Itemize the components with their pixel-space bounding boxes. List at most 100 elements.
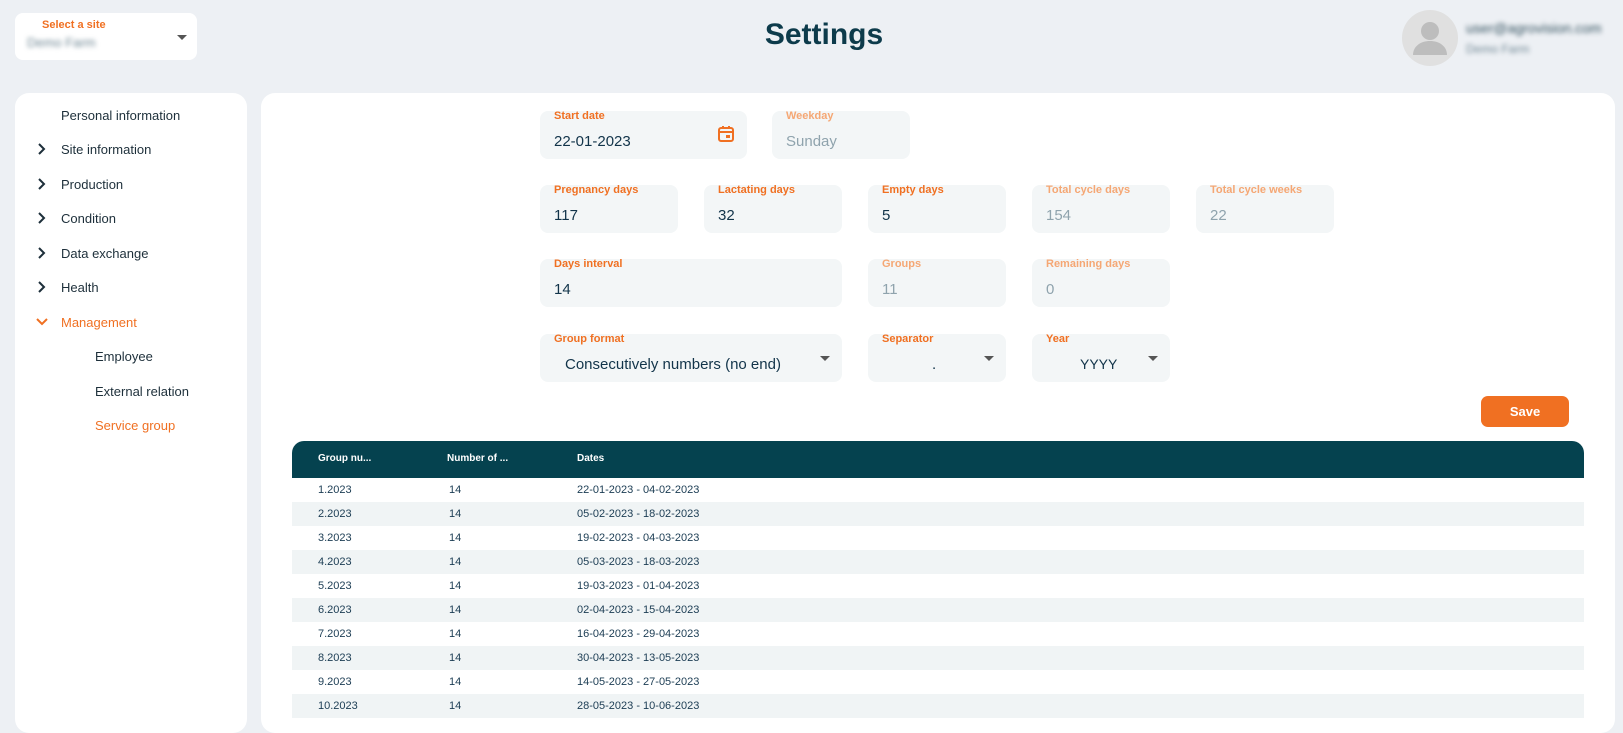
- number-of-days-cell: 14: [449, 580, 462, 592]
- groups-value: 11: [882, 281, 898, 298]
- sidebar-item-health[interactable]: Health: [38, 275, 99, 299]
- sidebar-item-label: Production: [61, 176, 124, 192]
- groups-label: Groups: [882, 258, 922, 270]
- service-group-panel: Start date 22-01-2023 Weekday Sunday Pre…: [261, 93, 1615, 733]
- group-number-cell: 3.2023: [318, 532, 352, 544]
- sidebar-item-label: Site information: [61, 141, 152, 157]
- group-number-cell: 5.2023: [318, 580, 352, 592]
- empty-days-field[interactable]: Empty days 5: [868, 184, 1006, 233]
- sidebar-item-label: Management: [61, 314, 137, 330]
- table-header: Group nu... Number of ... Dates: [292, 441, 1584, 478]
- sidebar-item-condition[interactable]: Condition: [38, 206, 116, 230]
- calendar-icon[interactable]: [717, 125, 735, 143]
- number-of-days-cell: 14: [449, 628, 462, 640]
- remaining-days-value: 0: [1046, 281, 1055, 298]
- sidebar-item-label: Employee: [95, 348, 153, 364]
- lactating-days-label: Lactating days: [718, 184, 796, 196]
- weekday-value: Sunday: [786, 133, 837, 150]
- sidebar-item-label: Personal information: [61, 107, 181, 123]
- user-name: Demo Farm: [1466, 42, 1530, 56]
- sidebar-item-data-exchange[interactable]: Data exchange: [38, 241, 149, 265]
- group-format-label: Group format: [554, 333, 625, 345]
- table-row[interactable]: 10.2023 14 28-05-2023 - 10-06-2023: [292, 694, 1584, 718]
- chevron-down-icon: [36, 318, 48, 326]
- dates-cell: 05-02-2023 - 18-02-2023: [577, 508, 700, 520]
- group-number-cell: 1.2023: [318, 484, 352, 496]
- caret-down-icon[interactable]: [1148, 356, 1158, 361]
- sidebar-item-label: Data exchange: [61, 245, 149, 261]
- sidebar-item-personal-information[interactable]: Personal information: [61, 103, 180, 127]
- dates-cell: 02-04-2023 - 15-04-2023: [577, 604, 700, 616]
- start-date-value: 22-01-2023: [554, 133, 631, 150]
- group-number-cell: 2.2023: [318, 508, 352, 520]
- number-of-days-cell: 14: [449, 532, 462, 544]
- group-number-cell: 8.2023: [318, 652, 352, 664]
- sidebar-item-production[interactable]: Production: [38, 172, 124, 196]
- chevron-right-icon: [38, 143, 46, 155]
- table-row[interactable]: 5.2023 14 19-03-2023 - 01-04-2023: [292, 574, 1584, 598]
- table-row[interactable]: 4.2023 14 05-03-2023 - 18-03-2023: [292, 550, 1584, 574]
- empty-days-value: 5: [882, 207, 891, 224]
- caret-down-icon[interactable]: [820, 356, 830, 361]
- user-menu[interactable]: user@agrovision.com Demo Farm: [1402, 8, 1623, 68]
- sidebar-item-employee[interactable]: Employee: [95, 344, 153, 368]
- service-group-table: Group nu... Number of ... Dates 1.2023 1…: [292, 441, 1584, 718]
- caret-down-icon[interactable]: [984, 356, 994, 361]
- group-number-cell: 7.2023: [318, 628, 352, 640]
- sidebar-item-site-information[interactable]: Site information: [38, 137, 152, 161]
- number-of-days-cell: 14: [449, 652, 462, 664]
- year-label: Year: [1046, 333, 1070, 345]
- dates-cell: 22-01-2023 - 04-02-2023: [577, 484, 700, 496]
- empty-days-label: Empty days: [882, 184, 944, 196]
- table-row[interactable]: 6.2023 14 02-04-2023 - 15-04-2023: [292, 598, 1584, 622]
- sidebar-item-label: Condition: [61, 210, 116, 226]
- dates-cell: 19-03-2023 - 01-04-2023: [577, 580, 700, 592]
- settings-sidebar: Personal information Site information Pr…: [15, 93, 247, 733]
- number-of-days-cell: 14: [449, 556, 462, 568]
- save-button[interactable]: Save: [1481, 396, 1569, 427]
- sidebar-item-label: External relation: [95, 383, 189, 399]
- year-select[interactable]: Year YYYY: [1032, 333, 1170, 382]
- group-format-select[interactable]: Group format Consecutively numbers (no e…: [540, 333, 842, 382]
- dates-cell: 19-02-2023 - 04-03-2023: [577, 532, 700, 544]
- avatar[interactable]: [1402, 10, 1458, 66]
- pregnancy-days-field[interactable]: Pregnancy days 117: [540, 184, 678, 233]
- number-of-days-cell: 14: [449, 508, 462, 520]
- year-value: YYYY: [1080, 356, 1118, 372]
- separator-select[interactable]: Separator .: [868, 333, 1006, 382]
- group-number-cell: 6.2023: [318, 604, 352, 616]
- user-avatar-icon: [1413, 22, 1447, 55]
- table-body: 1.2023 14 22-01-2023 - 04-02-2023 2.2023…: [292, 478, 1584, 718]
- column-header-dates[interactable]: Dates: [577, 453, 604, 464]
- table-row[interactable]: 9.2023 14 14-05-2023 - 27-05-2023: [292, 670, 1584, 694]
- lactating-days-field[interactable]: Lactating days 32: [704, 184, 842, 233]
- user-email: user@agrovision.com: [1466, 20, 1602, 36]
- group-number-cell: 9.2023: [318, 676, 352, 688]
- start-date-field[interactable]: Start date 22-01-2023: [540, 110, 747, 159]
- page-title: Settings: [764, 18, 884, 51]
- table-row[interactable]: 1.2023 14 22-01-2023 - 04-02-2023: [292, 478, 1584, 502]
- dates-cell: 16-04-2023 - 29-04-2023: [577, 628, 700, 640]
- column-header-number-of-days[interactable]: Number of ...: [447, 453, 508, 464]
- number-of-days-cell: 14: [449, 604, 462, 616]
- sidebar-item-label: Health: [61, 279, 99, 295]
- remaining-days-label: Remaining days: [1046, 258, 1131, 270]
- chevron-right-icon: [38, 247, 46, 259]
- column-header-group-number[interactable]: Group nu...: [318, 453, 371, 464]
- weekday-label: Weekday: [786, 110, 834, 122]
- number-of-days-cell: 14: [449, 676, 462, 688]
- table-row[interactable]: 7.2023 14 16-04-2023 - 29-04-2023: [292, 622, 1584, 646]
- lactating-days-value: 32: [718, 207, 735, 224]
- pregnancy-days-label: Pregnancy days: [554, 184, 639, 196]
- total-cycle-weeks-label: Total cycle weeks: [1210, 184, 1303, 196]
- table-row[interactable]: 2.2023 14 05-02-2023 - 18-02-2023: [292, 502, 1584, 526]
- table-row[interactable]: 8.2023 14 30-04-2023 - 13-05-2023: [292, 646, 1584, 670]
- table-row[interactable]: 3.2023 14 19-02-2023 - 04-03-2023: [292, 526, 1584, 550]
- total-cycle-weeks-value: 22: [1210, 207, 1227, 224]
- groups-field: Groups 11: [868, 258, 1006, 307]
- sidebar-item-management[interactable]: Management: [36, 310, 137, 334]
- sidebar-item-external-relation[interactable]: External relation: [95, 379, 189, 403]
- days-interval-field[interactable]: Days interval 14: [540, 258, 842, 307]
- sidebar-item-service-group[interactable]: Service group: [95, 413, 175, 437]
- dates-cell: 05-03-2023 - 18-03-2023: [577, 556, 700, 568]
